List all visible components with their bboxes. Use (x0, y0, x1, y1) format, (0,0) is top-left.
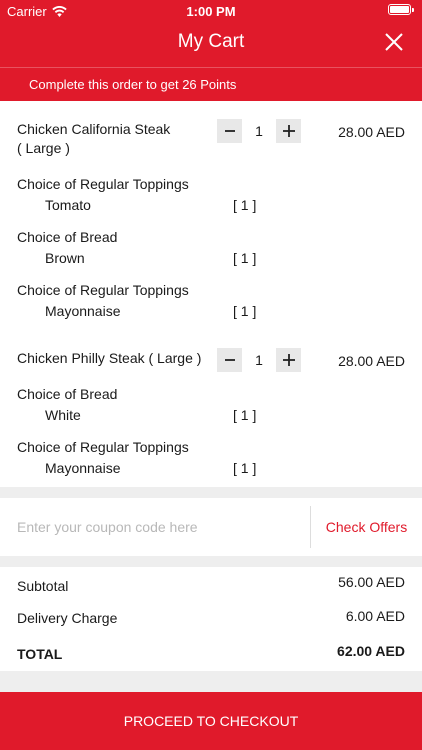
section-divider (0, 671, 422, 692)
decrease-quantity-button[interactable] (217, 119, 242, 143)
option-group-label: Choice of Bread (17, 229, 118, 245)
total-value: 62.00 AED (337, 643, 405, 659)
option-group-label: Choice of Bread (17, 386, 118, 402)
option-quantity: [ 1 ] (233, 303, 257, 319)
section-divider (0, 487, 422, 498)
option-group-label: Choice of Regular Toppings (17, 439, 189, 455)
minus-icon (224, 130, 235, 132)
minus-icon (224, 359, 235, 361)
battery-icon (388, 4, 414, 15)
coupon-row: Check Offers (0, 498, 422, 556)
option-group-label: Choice of Regular Toppings (17, 176, 189, 192)
option-value: Mayonnaise (45, 460, 121, 476)
subtotal-label: Subtotal (17, 578, 69, 594)
quantity-stepper: 1 (217, 119, 301, 143)
section-divider (0, 556, 422, 567)
quantity-stepper: 1 (217, 348, 301, 372)
item-price: 28.00 AED (338, 124, 405, 140)
proceed-to-checkout-button[interactable]: PROCEED TO CHECKOUT (0, 692, 422, 750)
item-price: 28.00 AED (338, 353, 405, 369)
quantity-value: 1 (255, 123, 263, 139)
option-quantity: [ 1 ] (233, 197, 257, 213)
increase-quantity-button[interactable] (276, 119, 301, 143)
coupon-code-input[interactable] (0, 498, 310, 556)
plus-icon (282, 354, 295, 366)
decrease-quantity-button[interactable] (217, 348, 242, 372)
cart-item-name: Chicken California Steak ( Large ) (17, 121, 171, 156)
cart-item-name: Chicken Philly Steak ( Large ) (17, 350, 202, 366)
increase-quantity-button[interactable] (276, 348, 301, 372)
subtotal-value: 56.00 AED (338, 574, 405, 590)
page-title: My Cart (177, 31, 245, 52)
option-quantity: [ 1 ] (233, 407, 257, 423)
close-button[interactable] (382, 30, 406, 54)
total-label: TOTAL (17, 646, 63, 662)
option-value: White (45, 407, 81, 423)
check-offers-button[interactable]: Check Offers (311, 498, 422, 556)
option-value: Brown (45, 250, 85, 266)
option-quantity: [ 1 ] (233, 460, 257, 476)
points-message: Complete this order to get 26 Points (29, 77, 237, 92)
option-value: Tomato (45, 197, 91, 213)
quantity-value: 1 (255, 352, 263, 368)
points-banner: Complete this order to get 26 Points (0, 67, 422, 101)
option-group-label: Choice of Regular Toppings (17, 282, 189, 298)
plus-icon (282, 125, 295, 137)
delivery-value: 6.00 AED (345, 608, 405, 624)
close-icon (385, 33, 403, 51)
status-time: 1:00 PM (186, 4, 236, 19)
option-value: Mayonnaise (45, 303, 121, 319)
delivery-label: Delivery Charge (17, 610, 118, 626)
header: Carrier 1:00 PM My Cart Complete this or… (0, 0, 422, 101)
option-quantity: [ 1 ] (233, 250, 257, 266)
status-bar: Carrier 1:00 PM (0, 0, 422, 22)
